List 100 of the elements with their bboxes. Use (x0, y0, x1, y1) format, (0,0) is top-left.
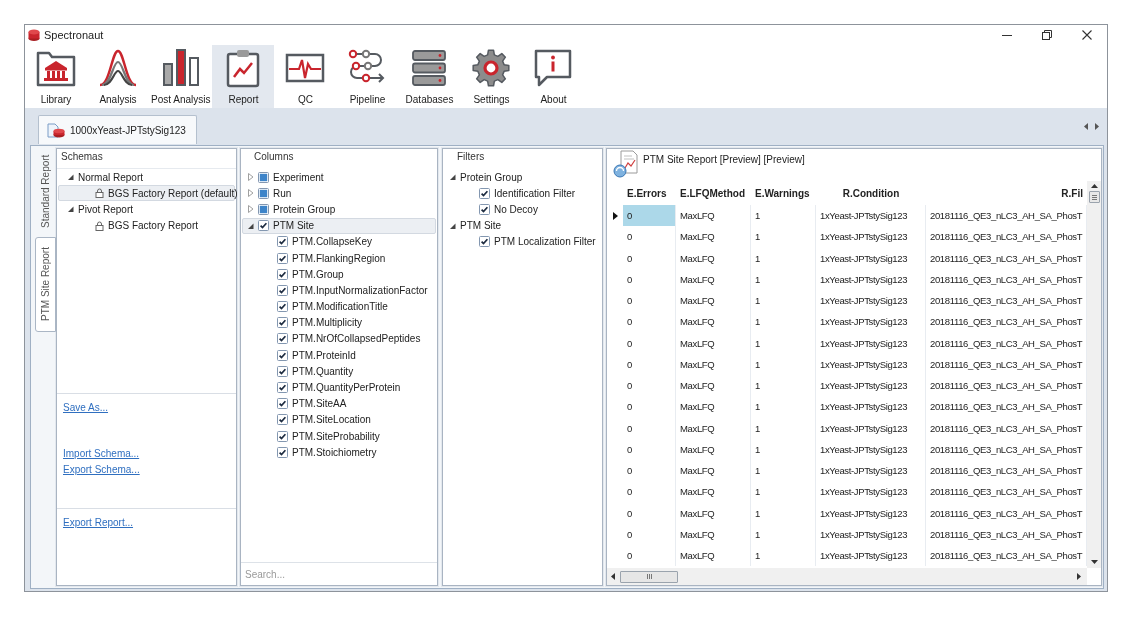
tree-item[interactable]: Experiment (242, 169, 436, 186)
tree-item[interactable]: PTM.CollapseKey (242, 233, 436, 250)
panel-title: Schemas (57, 149, 236, 169)
checkbox[interactable] (277, 284, 288, 296)
scroll-thumb[interactable] (620, 570, 678, 583)
tree-item[interactable]: PTM.ProteinId (242, 347, 436, 364)
tree-item[interactable]: PTM.SiteProbability (242, 428, 436, 445)
tree-item[interactable]: Run (242, 185, 436, 202)
checkbox[interactable] (277, 268, 288, 280)
checkbox[interactable] (277, 430, 288, 442)
tree-item[interactable]: Identification Filter (444, 185, 601, 202)
checkbox[interactable] (277, 382, 288, 394)
table-cell: 0 (623, 311, 676, 333)
caret-right-icon[interactable] (247, 173, 254, 182)
caret-down-icon[interactable] (67, 205, 74, 214)
tree-item[interactable]: PTM.SiteAA (242, 395, 436, 412)
checkbox[interactable] (479, 236, 490, 248)
caret-down-icon[interactable] (449, 173, 456, 182)
toolbar-button[interactable]: Report (212, 45, 275, 108)
tree-item[interactable]: PTM.QuantityPerProtein (242, 379, 436, 396)
column-header[interactable]: E.LFQMethod (676, 187, 751, 199)
checkbox[interactable] (277, 414, 288, 426)
table-cell: 1 (751, 417, 816, 439)
tree-item[interactable]: Protein Group (444, 169, 601, 186)
tree-item[interactable]: BGS Factory Report (default) (58, 185, 235, 202)
toolbar-button[interactable]: Post Analysis (149, 45, 213, 108)
toolbar-button[interactable]: QC (274, 45, 337, 108)
tree-item[interactable]: PTM.FlankingRegion (242, 249, 436, 267)
toolbar-button[interactable]: Pipeline (336, 45, 399, 108)
table-cell: 1 (751, 247, 816, 269)
tree-item[interactable]: Protein Group (242, 201, 436, 218)
table-cell: 1 (751, 311, 816, 333)
scroll-down-icon[interactable] (1090, 560, 1098, 564)
toolbar-button[interactable]: Settings (460, 45, 523, 108)
side-tab[interactable]: Standard Report (35, 149, 56, 234)
table-cell: 0 (623, 205, 676, 227)
checkbox[interactable] (277, 365, 288, 377)
caret-right-icon[interactable] (247, 205, 254, 214)
checkbox[interactable] (277, 333, 288, 345)
tree-item[interactable]: PTM.ModificationTitle (242, 298, 436, 315)
checkbox[interactable] (277, 236, 288, 248)
checkbox[interactable] (277, 446, 288, 458)
table-cell: MaxLFQ (676, 502, 751, 524)
checkbox[interactable] (258, 203, 269, 215)
column-header[interactable]: E.Errors (623, 187, 676, 199)
tree-item[interactable]: Normal Report (58, 169, 235, 186)
column-header[interactable]: R.Fil (926, 187, 1087, 199)
scroll-up-icon[interactable] (1090, 184, 1098, 188)
tree-item[interactable]: No Decoy (444, 201, 601, 218)
column-header[interactable]: E.Warnings (751, 187, 816, 199)
checkbox[interactable] (258, 187, 269, 199)
checkbox[interactable] (277, 252, 288, 264)
table-cell: 0 (623, 481, 676, 503)
scroll-left-icon[interactable] (1084, 122, 1088, 130)
caret-down-icon[interactable] (67, 173, 74, 182)
tree-item[interactable]: PTM.InputNormalizationFactor (242, 282, 436, 299)
side-tab[interactable]: PTM Site Report (35, 237, 56, 332)
document-tab[interactable]: 1000xYeast-JPTstySig123 (38, 115, 197, 144)
caret-down-icon[interactable] (247, 221, 254, 230)
tree-item[interactable]: PTM Localization Filter (444, 233, 601, 250)
scroll-right-icon[interactable] (1095, 122, 1099, 130)
checkbox[interactable] (277, 317, 288, 329)
checkbox[interactable] (479, 203, 490, 215)
checkbox[interactable] (277, 301, 288, 313)
scroll-left-icon[interactable] (611, 573, 615, 580)
column-header[interactable]: R.Condition (816, 187, 926, 199)
tree-item[interactable]: PTM.Quantity (242, 363, 436, 380)
tree-item[interactable]: PTM.Stoichiometry (242, 444, 436, 461)
vertical-scrollbar[interactable] (1087, 181, 1101, 568)
tree-item[interactable]: Pivot Report (58, 201, 235, 218)
tree-item[interactable]: PTM.Multiplicity (242, 314, 436, 331)
action-link[interactable]: Export Report... (63, 517, 134, 529)
tree-item[interactable]: PTM.Group (242, 266, 436, 283)
action-link[interactable]: Save As... (63, 402, 109, 414)
checkbox[interactable] (258, 171, 269, 183)
scroll-thumb[interactable] (1088, 191, 1100, 203)
toolbar-button[interactable]: Analysis (87, 45, 149, 108)
checkbox[interactable] (277, 398, 288, 410)
toolbar-button[interactable]: About (522, 45, 585, 108)
toolbar-button[interactable]: Databases (398, 45, 461, 108)
checkbox[interactable] (479, 187, 490, 199)
table-cell: MaxLFQ (676, 353, 751, 375)
tree-item[interactable]: PTM.SiteLocation (242, 411, 436, 428)
window-title: Spectronaut (44, 29, 104, 41)
caret-down-icon[interactable] (449, 221, 456, 230)
toolbar-button[interactable]: Library (25, 45, 87, 108)
caret-right-icon[interactable] (247, 189, 254, 198)
tree-item[interactable]: BGS Factory Report (58, 217, 235, 234)
tree-item[interactable]: PTM.NrOfCollapsedPeptides (242, 330, 436, 348)
action-link[interactable]: Export Schema... (63, 464, 140, 476)
checkbox[interactable] (277, 349, 288, 361)
table-cell: 0 (623, 438, 676, 460)
table-cell: 1xYeast-JPTstySig123 (816, 502, 926, 524)
scroll-right-icon[interactable] (1077, 573, 1081, 580)
horizontal-scrollbar[interactable] (607, 568, 1087, 585)
checkbox[interactable] (258, 220, 269, 232)
tree-item[interactable]: PTM Site (444, 217, 601, 234)
table-cell: MaxLFQ (676, 226, 751, 248)
action-link[interactable]: Import Schema... (63, 448, 140, 460)
tree-item[interactable]: PTM Site (242, 217, 436, 234)
